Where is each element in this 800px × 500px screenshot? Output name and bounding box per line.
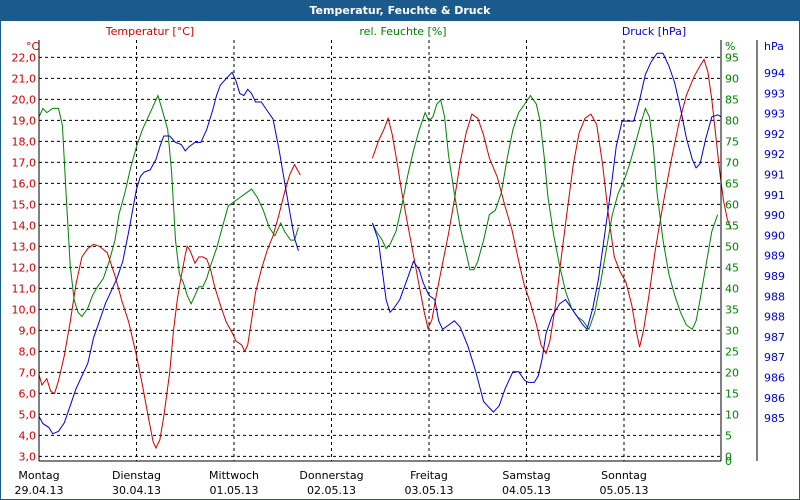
temperature-tick-label: 8,0 — [19, 345, 37, 358]
humidity-tick-label: 95 — [725, 51, 739, 64]
legend-entry: Druck [hPa] — [622, 25, 686, 38]
pressure-tick-label: 986 — [764, 392, 785, 405]
pressure-tick-label: 986 — [764, 372, 785, 385]
temperature-tick-label: 13,0 — [12, 240, 37, 253]
temperature-tick-label: 19,0 — [12, 114, 37, 127]
temperature-tick-label: 3,0 — [19, 450, 37, 463]
x-tick-weekday: Sonntag — [601, 469, 647, 482]
humidity-tick-label: 10 — [725, 408, 739, 421]
humidity-tick-label: 30 — [725, 324, 739, 337]
pressure-tick-label: 990 — [764, 229, 785, 242]
x-tick-date: 30.04.13 — [112, 484, 161, 497]
x-tick-weekday: Freitag — [410, 469, 448, 482]
pressure-tick-label: 989 — [764, 270, 785, 283]
x-tick-date: 01.05.13 — [210, 484, 259, 497]
pressure-tick-label: 993 — [764, 87, 785, 100]
pressure-unit: hPa — [764, 40, 784, 53]
x-tick-weekday: Mittwoch — [209, 469, 259, 482]
legend-entry: Temperatur [°C] — [105, 25, 194, 38]
x-tick-weekday: Samstag — [502, 469, 550, 482]
x-tick-date: 02.05.13 — [307, 484, 356, 497]
x-tick-date: 04.05.13 — [502, 484, 551, 497]
humidity-tick-label: 45 — [725, 261, 739, 274]
humidity-tick-label: 20 — [725, 366, 739, 379]
x-tick-date: 03.05.13 — [405, 484, 454, 497]
pressure-tick-label: 991 — [764, 189, 785, 202]
temperature-tick-label: 4,0 — [19, 429, 37, 442]
chart-canvas: 22,0 21,0 20,0 19,0 18,0 17,0 16,0 15,0 14,0 13,0… — [12, 25, 786, 497]
axes — [38, 40, 758, 462]
temperature-tick-label: 22,0 — [12, 51, 37, 64]
temperature-tick-label: 11,0 — [12, 282, 37, 295]
temperature-tick-label: 18,0 — [12, 135, 37, 148]
humidity-tick-label: 80 — [725, 114, 739, 127]
x-tick-weekday: Dienstag — [112, 469, 161, 482]
pressure-tick-label: 994 — [764, 67, 785, 80]
humidity-tick-label: 35 — [725, 303, 739, 316]
humidity-tick-label: 65 — [725, 177, 739, 190]
series-line-humidity — [38, 94, 299, 318]
humidity-tick-label: 85 — [725, 93, 739, 106]
axis-labels: 22,0 21,0 20,0 19,0 18,0 17,0 16,0 15,0 14,0 13,0… — [12, 25, 786, 497]
temperature-tick-label: 5,0 — [19, 408, 37, 421]
humidity-unit: % — [725, 40, 735, 53]
pressure-tick-label: 991 — [764, 169, 785, 182]
temperature-unit: °C — [26, 40, 40, 53]
pressure-tick-label: 990 — [764, 209, 785, 222]
series-line-temperature — [38, 163, 301, 450]
humidity-tick-label: 55 — [725, 219, 739, 232]
pressure-tick-label: 989 — [764, 250, 785, 263]
pressure-tick-label: 987 — [764, 331, 785, 344]
temperature-tick-label: 15,0 — [12, 198, 37, 211]
temperature-tick-label: 9,0 — [19, 324, 37, 337]
pressure-tick-label: 988 — [764, 290, 785, 303]
humidity-tick-label: 40 — [725, 282, 739, 295]
temperature-tick-label: 6,0 — [19, 387, 37, 400]
humidity-tick-label: 60 — [725, 198, 739, 211]
pressure-tick-label: 985 — [764, 412, 785, 425]
temperature-tick-label: 21,0 — [12, 72, 37, 85]
temperature-tick-label: 10,0 — [12, 303, 37, 316]
pressure-tick-label: 988 — [764, 311, 785, 324]
temperature-tick-label: 17,0 — [12, 156, 37, 169]
humidity-tick-label: 90 — [725, 72, 739, 85]
humidity-tick-label: 70 — [725, 156, 739, 169]
temperature-tick-label: 20,0 — [12, 93, 37, 106]
series-line-humidity — [371, 94, 719, 331]
pressure-tick-label: 992 — [764, 128, 785, 141]
pressure-tick-label: 987 — [764, 351, 785, 364]
humidity-tick-label: 15 — [725, 387, 739, 400]
humidity-tick-label: 0 — [725, 455, 732, 468]
humidity-tick-label: 50 — [725, 240, 739, 253]
x-tick-weekday: Donnerstag — [299, 469, 363, 482]
pressure-tick-label: 993 — [764, 108, 785, 121]
humidity-tick-label: 75 — [725, 135, 739, 148]
temperature-tick-label: 14,0 — [12, 219, 37, 232]
x-tick-weekday: Montag — [18, 469, 59, 482]
humidity-tick-label: 5 — [725, 429, 732, 442]
humidity-tick-label: 25 — [725, 345, 739, 358]
temperature-tick-label: 16,0 — [12, 177, 37, 190]
temperature-tick-label: 12,0 — [12, 261, 37, 274]
x-tick-date: 29.04.13 — [15, 484, 64, 497]
pressure-tick-label: 992 — [764, 148, 785, 161]
series-lines — [38, 52, 732, 450]
x-tick-date: 05.05.13 — [600, 484, 649, 497]
legend-entry: rel. Feuchte [%] — [359, 25, 446, 38]
temperature-tick-label: 7,0 — [19, 366, 37, 379]
series-line-pressure — [371, 52, 722, 413]
